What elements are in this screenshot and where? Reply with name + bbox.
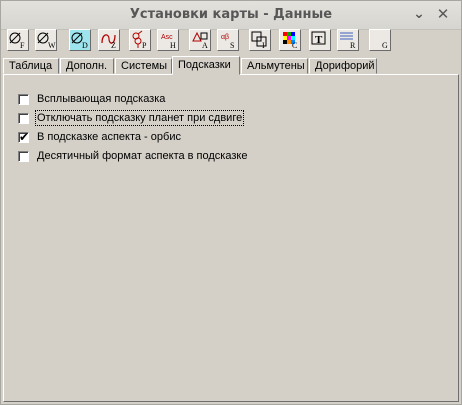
aspect-orb-checkbox[interactable]: ✔ [18,130,30,144]
tooltips-panel: Всплывающая подсказка Отключать подсказк… [3,74,459,402]
tool-letter: C [292,41,297,50]
tool-letter: F [20,41,25,50]
tool-letter: R [350,41,356,50]
decimal-format-checkbox[interactable] [18,151,29,162]
lines-R-button[interactable]: R [337,29,359,51]
tool-letter: S [230,41,234,50]
option-label: Десятичный формат аспекта в подсказке [37,150,248,162]
frame-I-icon: I [251,31,267,50]
disable-planet-tooltip-checkbox[interactable] [18,113,29,124]
window-title: Установки карты - Данные [129,7,333,22]
tool-letter: I [262,41,265,50]
tool-letter: A [202,41,208,50]
font-T-icon: T [311,31,326,46]
aspect-Z-icon: Z [101,34,116,50]
option-label: В подсказке аспекта - орбис [37,131,181,143]
shapes-A-icon: A [192,31,208,50]
tool-letter: P [142,41,147,50]
option-label: Отключать подсказку планет при сдвиге [34,110,245,126]
sun-F-button[interactable]: F [7,29,29,51]
tool-top-label: Asc [161,34,173,41]
sun-D-button[interactable]: D [69,29,91,51]
blank-G-icon: G [382,41,388,50]
option-label: Всплывающая подсказка [37,93,166,105]
alpha-beta-S-icon: αβS [221,34,234,50]
blank-G-button[interactable]: G [369,29,391,51]
close-button[interactable]: ✕ [435,6,451,22]
mars-venus-P-icon: P [132,30,147,50]
lines-R-icon: R [340,32,356,50]
tool-letter: D [82,41,88,50]
tab-doryphory[interactable]: Дорифорий [309,58,377,74]
sun-D-icon: D [71,32,88,50]
tool-letter: G [382,41,388,50]
tool-letter: T [315,34,323,46]
tab-systems[interactable]: Системы [115,58,172,74]
asc-H-button[interactable]: Asc H [157,29,179,51]
font-T-button[interactable]: T [309,29,331,51]
popup-tooltip-checkbox[interactable] [18,94,29,105]
frame-I-button[interactable]: I [249,29,271,51]
tab-table[interactable]: Таблица [3,58,59,74]
alpha-beta-S-button[interactable]: αβ S [217,29,239,51]
title-bar: Установки карты - Данные ⌄ ✕ [1,1,461,30]
shapes-A-button[interactable]: A [189,29,211,51]
minimize-button[interactable]: ⌄ [411,6,427,22]
sun-F-icon: F [9,32,25,50]
tab-additional[interactable]: Дополн. [60,58,114,74]
tab-tooltips[interactable]: Подсказки [172,56,240,75]
check-mark-icon: ✔ [19,130,30,144]
asc-H-icon: AscH [161,34,176,50]
tool-letter: W [48,41,56,50]
color-C-icon: C [283,32,297,50]
tool-letter: Z [111,41,116,50]
mars-venus-P-button[interactable]: P [129,29,151,51]
tab-almutens[interactable]: Альмутены [241,58,308,74]
sun-W-button[interactable]: W [35,29,57,51]
tool-letter: H [170,41,176,50]
settings-window: Установки карты - Данные ⌄ ✕ F W D Z P Asc H Aα… [0,0,462,405]
sun-W-icon: W [37,32,56,50]
aspect-Z-button[interactable]: Z [98,29,120,51]
tool-top-label: αβ [221,34,229,41]
color-C-button[interactable]: C [279,29,301,51]
